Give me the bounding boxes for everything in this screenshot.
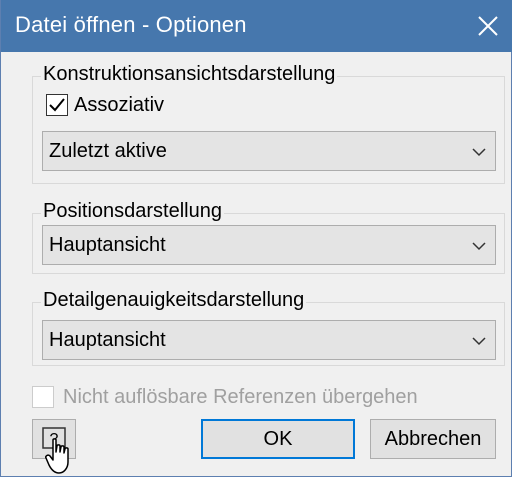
detail-select[interactable]: Hauptansicht (42, 320, 496, 360)
skip-refs-label: Nicht auflösbare Referenzen übergehen (63, 386, 418, 408)
title-bar: Datei öffnen - Optionen (1, 0, 512, 52)
position-select-value: Hauptansicht (49, 234, 166, 256)
checkmark-icon (49, 98, 65, 112)
detail-select-value: Hauptansicht (49, 329, 166, 351)
position-group-label: Positionsdarstellung (41, 200, 224, 223)
associative-label: Assoziativ (74, 94, 165, 116)
construction-view-select-value: Zuletzt aktive (49, 140, 167, 162)
close-icon (478, 16, 498, 36)
chevron-down-icon (472, 242, 486, 251)
open-options-dialog: Datei öffnen - Optionen Konstruktionsans… (0, 0, 512, 477)
associative-checkbox[interactable] (46, 94, 68, 116)
skip-refs-checkbox[interactable] (32, 386, 54, 408)
close-button[interactable] (463, 0, 512, 52)
ok-button[interactable]: OK (201, 419, 355, 459)
construction-view-select[interactable]: Zuletzt aktive (42, 131, 496, 171)
chevron-down-icon (472, 337, 486, 346)
hand-cursor-icon (45, 438, 69, 474)
cancel-button[interactable]: Abbrechen (370, 419, 496, 459)
position-select[interactable]: Hauptansicht (42, 225, 496, 265)
detail-group-label: Detailgenauigkeitsdarstellung (41, 289, 307, 312)
window-title: Datei öffnen - Optionen (15, 12, 247, 37)
chevron-down-icon (472, 148, 486, 157)
construction-view-group-label: Konstruktionsansichtsdarstellung (41, 63, 338, 86)
